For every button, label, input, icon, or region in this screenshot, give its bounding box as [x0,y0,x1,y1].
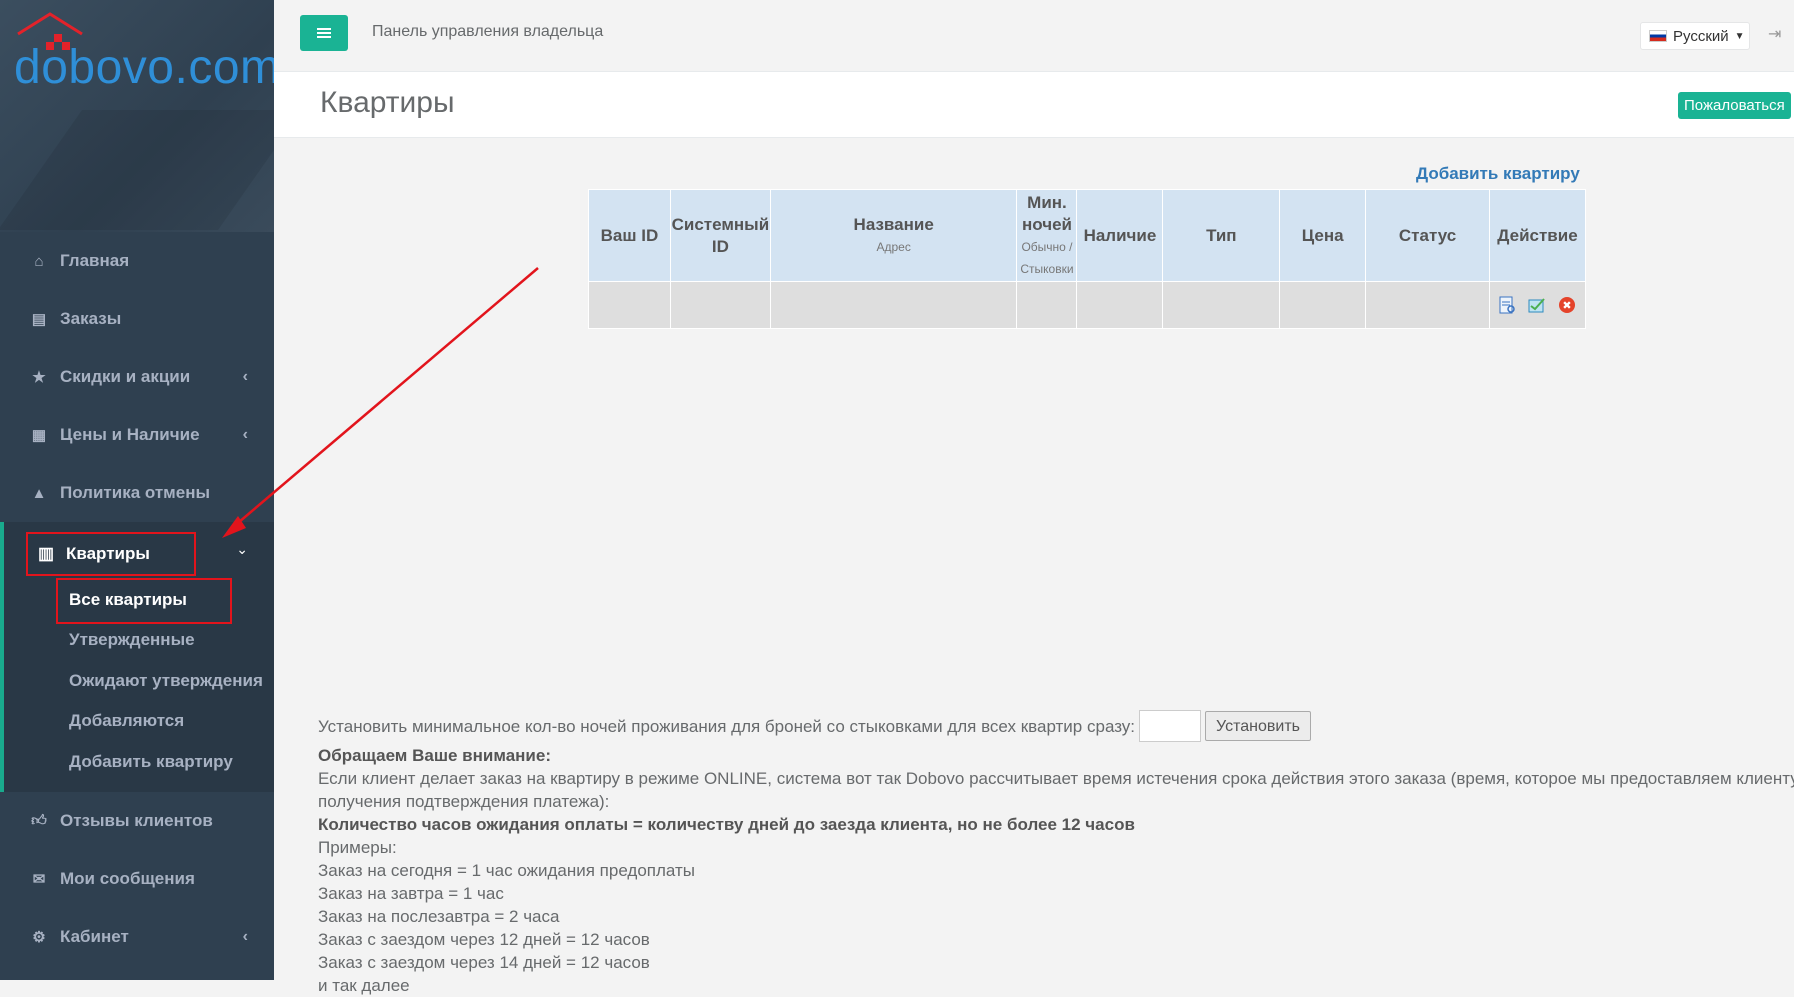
example-line: и так далее [318,976,410,995]
example-line: Заказ на сегодня = 1 час ожидания предоп… [318,861,695,880]
footer-info: Установить минимальное кол-во ночей прож… [318,710,1794,997]
example-line: Заказ с заездом через 14 дней = 12 часов [318,953,650,972]
min-nights-label: Установить минимальное кол-во ночей прож… [318,716,1136,736]
example-line: Заказ с заездом через 12 дней = 12 часов [318,930,650,949]
info-paragraph-cont: получения подтверждения платежа): [318,792,610,811]
example-line: Заказ на послезавтра = 2 часа [318,907,560,926]
set-min-nights-button[interactable]: Установить [1205,711,1312,741]
example-line: Заказ на завтра = 1 час [318,884,504,903]
min-nights-input[interactable] [1139,710,1202,742]
payment-rule: Количество часов ожидания оплаты = колич… [318,815,1135,834]
attention-heading: Обращаем Ваше внимание: [318,746,551,765]
info-paragraph: Если клиент делает заказ на квартиру в р… [318,769,1794,788]
examples-heading: Примеры: [318,838,397,857]
